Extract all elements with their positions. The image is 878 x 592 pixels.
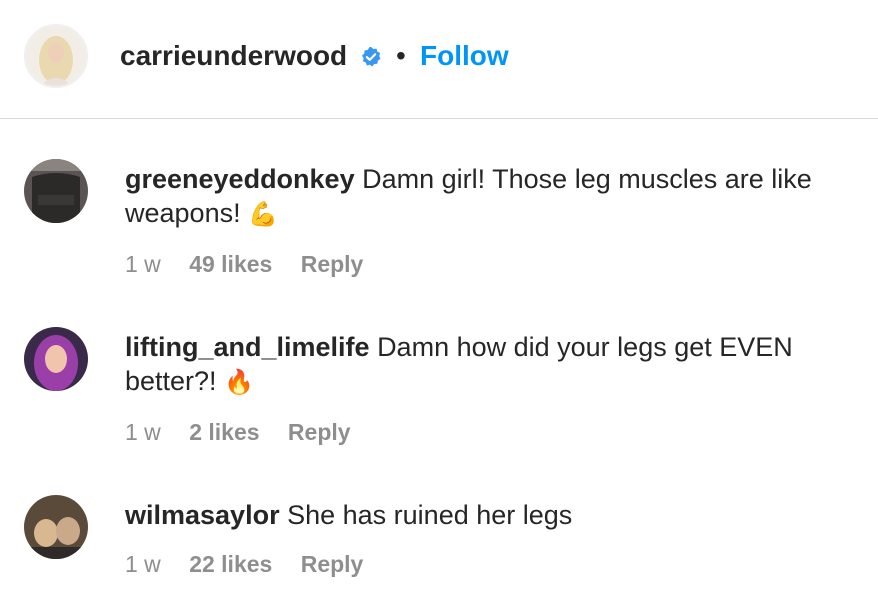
commenter-username[interactable]: greeneyeddonkey — [125, 164, 355, 194]
comment-text: wilmasaylor She has ruined her legs — [125, 498, 865, 532]
commenter-avatar[interactable] — [24, 495, 88, 559]
author-username[interactable]: carrieunderwood — [120, 38, 347, 74]
comment-likes-link[interactable]: 2 likes — [189, 419, 259, 445]
comment-age: 1 w — [125, 551, 161, 577]
comment-likes-link[interactable]: 49 likes — [189, 251, 272, 277]
fire-emoji-icon: 🔥 — [224, 368, 254, 396]
header-separator: • — [396, 40, 406, 71]
post-header: carrieunderwood • Follow — [0, 0, 878, 119]
verified-badge-icon — [361, 46, 381, 67]
comment-likes-link[interactable]: 22 likes — [189, 551, 272, 577]
reply-button[interactable]: Reply — [301, 551, 364, 577]
comment-body: She has ruined her legs — [287, 500, 573, 530]
follow-button[interactable]: Follow — [420, 38, 509, 74]
comment-age: 1 w — [125, 419, 161, 445]
commenter-avatar[interactable] — [24, 159, 88, 223]
commenter-avatar[interactable] — [24, 327, 88, 391]
author-avatar[interactable] — [24, 24, 88, 88]
comment-meta: 1 w 22 likes Reply — [125, 550, 385, 578]
reply-button[interactable]: Reply — [301, 251, 364, 277]
comment-text: lifting_and_limelife Damn how did your l… — [125, 330, 865, 399]
flexed-biceps-emoji-icon: 💪 — [248, 200, 278, 228]
commenter-username[interactable]: wilmasaylor — [125, 500, 280, 530]
commenter-username[interactable]: lifting_and_limelife — [125, 332, 370, 362]
comment-age: 1 w — [125, 251, 161, 277]
reply-button[interactable]: Reply — [288, 419, 351, 445]
comment-text: greeneyeddonkey Damn girl! Those leg mus… — [125, 162, 865, 231]
comment-meta: 1 w 49 likes Reply — [125, 250, 385, 278]
comment-meta: 1 w 2 likes Reply — [125, 418, 373, 446]
